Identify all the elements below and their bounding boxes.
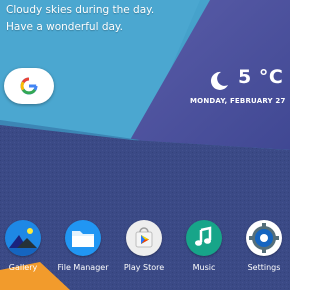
gear-icon <box>246 220 282 256</box>
app-dock: Gallery File Manager Play Store Music Se… <box>0 0 290 290</box>
app-music[interactable]: Music <box>174 220 234 272</box>
music-note-icon <box>186 220 222 256</box>
app-label-file-manager: File Manager <box>57 263 109 272</box>
play-store-icon <box>126 220 162 256</box>
app-label-gallery: Gallery <box>8 263 38 272</box>
app-file-manager[interactable]: File Manager <box>53 220 113 272</box>
app-play-store[interactable]: Play Store <box>114 220 174 272</box>
app-label-music: Music <box>192 263 216 272</box>
folder-icon <box>65 220 101 256</box>
app-settings[interactable]: Settings <box>234 220 294 272</box>
app-gallery[interactable]: Gallery <box>0 220 53 272</box>
gallery-icon <box>5 220 41 256</box>
app-label-play-store: Play Store <box>123 263 165 272</box>
app-label-settings: Settings <box>247 263 281 272</box>
